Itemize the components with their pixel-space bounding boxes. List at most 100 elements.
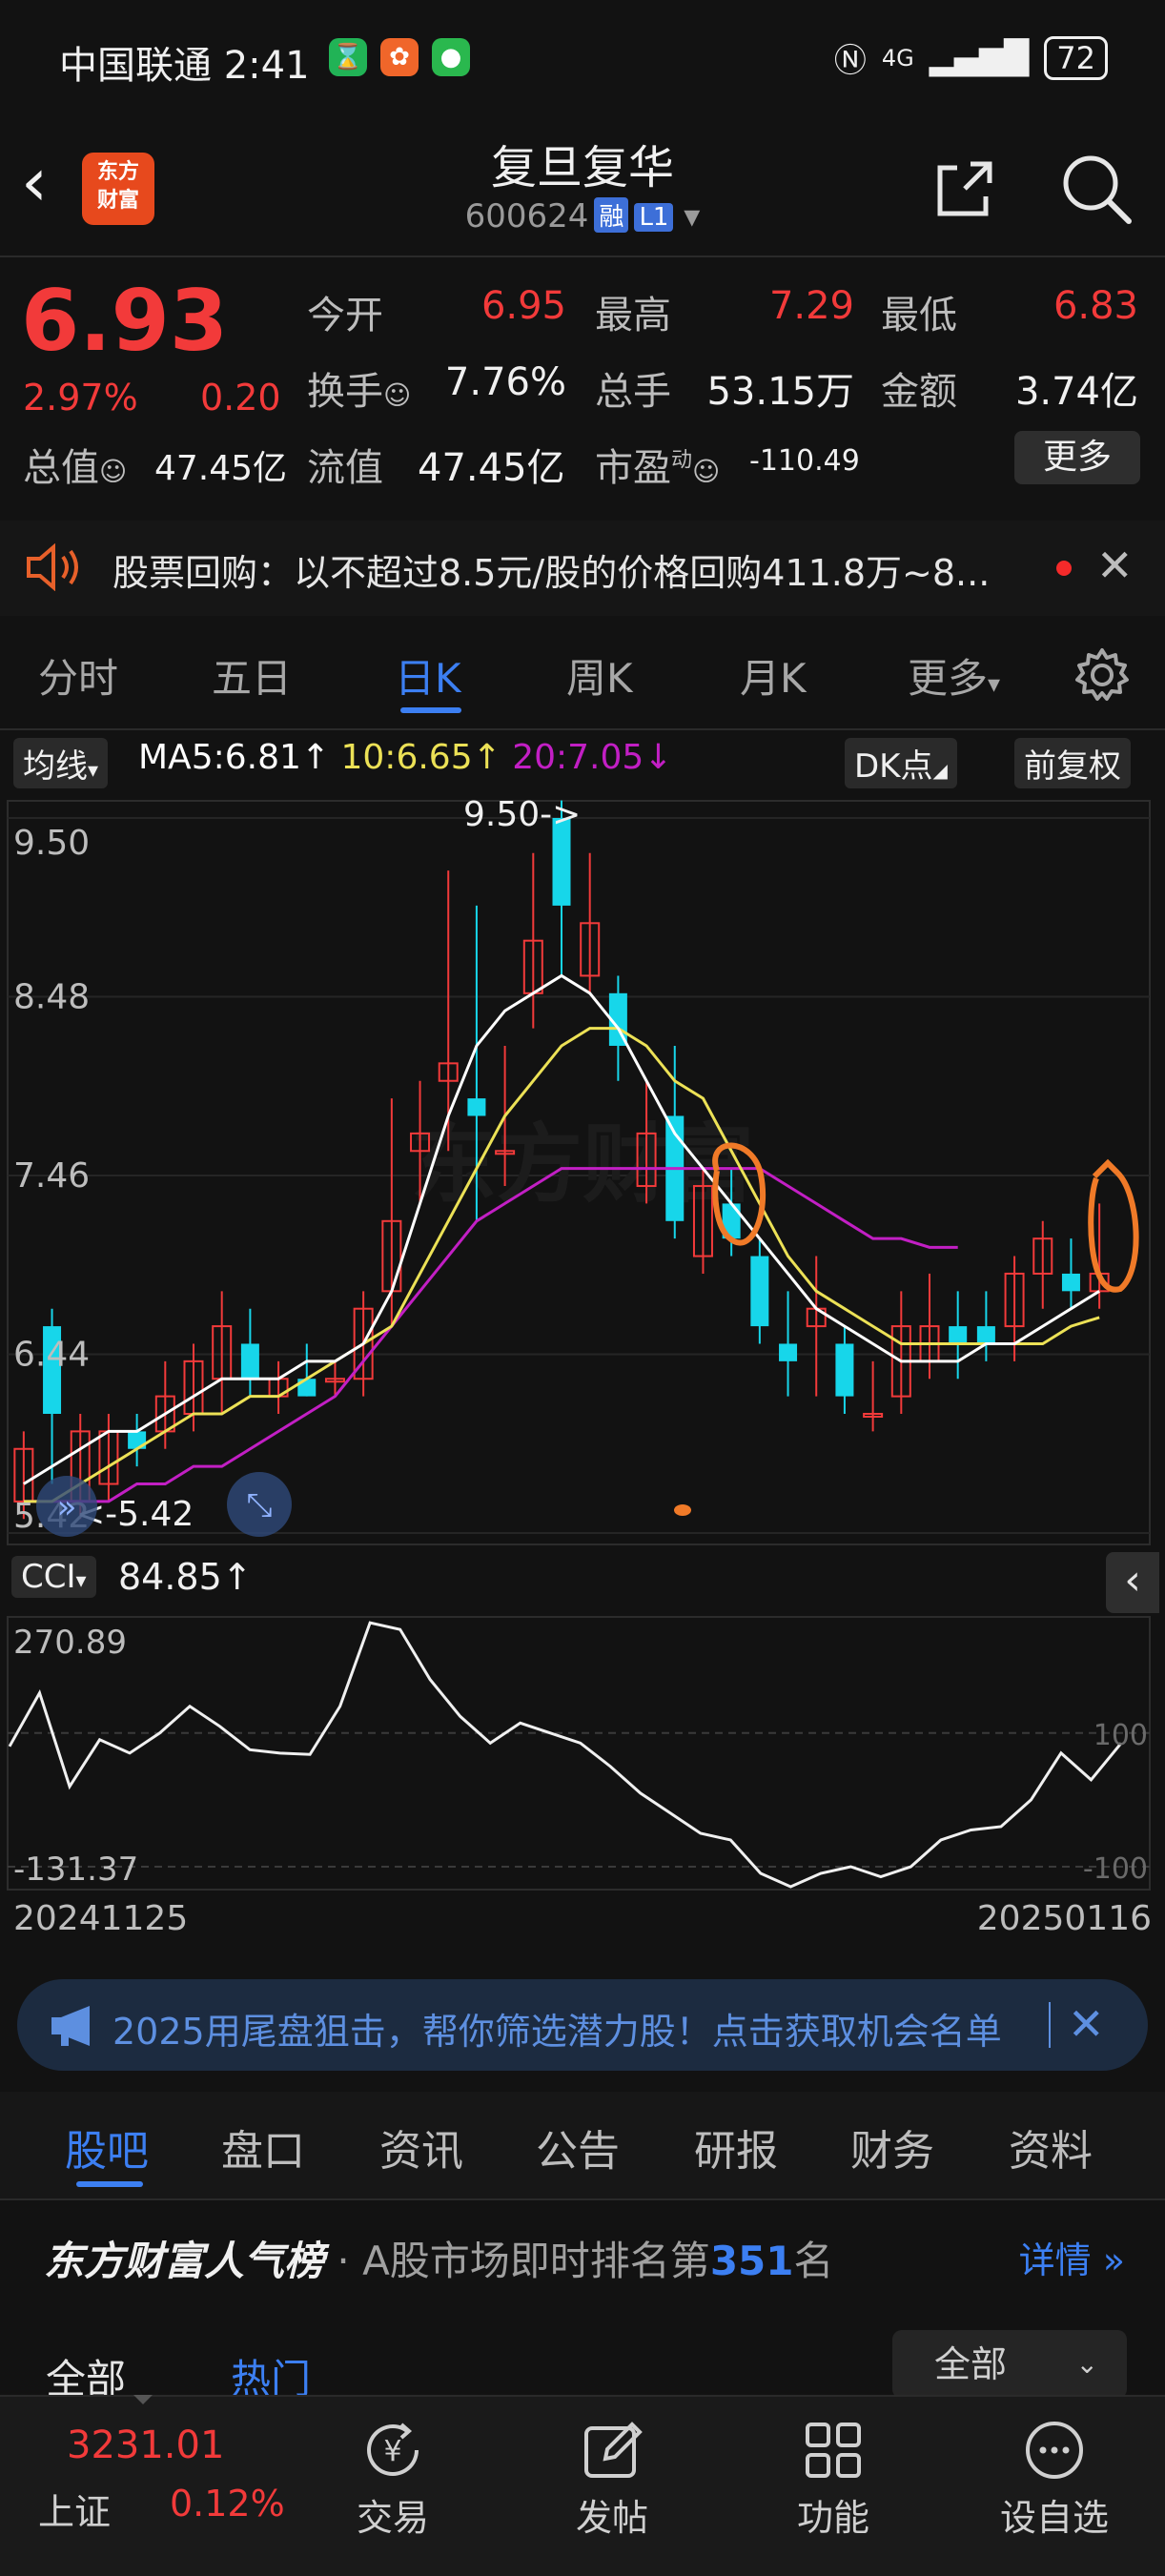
candle-body-down — [976, 1326, 995, 1344]
y-tick-label: 7.46 — [13, 1156, 90, 1196]
share-icon[interactable] — [932, 154, 999, 221]
unread-dot — [1056, 561, 1072, 576]
pe-label[interactable]: 市盈动☺ — [595, 437, 720, 492]
close-icon[interactable]: ✕ — [1096, 540, 1134, 591]
promo-close-icon[interactable]: ✕ — [1068, 1998, 1105, 2050]
subtab-underline — [76, 2181, 143, 2187]
stock-code: 600624 — [464, 197, 589, 235]
tab-five-day[interactable]: 五日 — [212, 646, 292, 705]
current-price: 6.93 — [21, 272, 229, 370]
nfc-icon: Ⓝ — [833, 42, 867, 80]
tab-monthly-k[interactable]: 月K — [740, 646, 807, 705]
candle-body-down — [779, 1343, 798, 1361]
tab-daily-k[interactable]: 日K — [395, 646, 461, 705]
promo-text[interactable]: 2025用尾盘狙击，帮你筛选潜力股！点击获取机会名单 — [112, 2002, 1047, 2055]
level-tag: L1 — [634, 203, 674, 232]
notice-text[interactable]: 股票回购：以不超过8.5元/股的价格回购411.8万~8... — [112, 543, 990, 596]
subtab-guba[interactable]: 股吧 — [65, 2116, 149, 2177]
collapse-panel-icon[interactable]: ‹ — [1106, 1552, 1159, 1613]
nav-add-watchlist[interactable]: 设自选 — [978, 2412, 1131, 2541]
rank-text: · A股市场即时排名第 — [337, 2238, 710, 2284]
tab-weekly-k[interactable]: 周K — [566, 646, 633, 705]
change-percent: 2.97% — [23, 377, 138, 419]
nav-post[interactable]: 发帖 — [536, 2412, 688, 2541]
nav-trade-label: 交易 — [356, 2497, 429, 2539]
y-tick-label: 6.44 — [13, 1336, 90, 1375]
more-quote-button[interactable]: 更多 — [1014, 431, 1140, 484]
high-value: 7.29 — [768, 284, 854, 328]
nav-post-label: 发帖 — [575, 2497, 648, 2539]
signal-icon: ▂▄▆█ — [929, 38, 1030, 77]
x-end-date: 20250116 — [976, 1899, 1152, 1938]
subtab-profile[interactable]: 资料 — [1009, 2116, 1093, 2177]
x-start-date: 20241125 — [13, 1899, 189, 1938]
speaker-icon — [27, 543, 78, 591]
cci-top-label: 270.89 — [13, 1624, 127, 1662]
nav-add-watchlist-label: 设自选 — [999, 2497, 1109, 2539]
index-pointer — [133, 2395, 153, 2404]
filter-select[interactable]: 全部 ⌄ — [892, 2330, 1127, 2399]
more-dots-icon — [1026, 2422, 1083, 2479]
rank-detail-link[interactable]: 详情 » — [1019, 2231, 1125, 2283]
y-tick-label: 9.50 — [13, 824, 90, 863]
app-notification-icon: ✿ — [380, 38, 419, 76]
candlestick-chart[interactable]: 东方财富9.508.487.466.445.429.50-><-5.42⤡» — [0, 793, 1165, 1556]
rank-brand: 东方财富人气榜 — [44, 2238, 325, 2284]
float-value: 47.45亿 — [418, 446, 565, 490]
rank-suffix: 名 — [793, 2238, 834, 2284]
annotation-dot — [674, 1504, 691, 1516]
index-percent[interactable]: 0.12% — [170, 2483, 285, 2525]
amount-label: 金额 — [881, 370, 957, 414]
candle-body-down — [835, 1343, 854, 1397]
pe-value: -110.49 — [749, 444, 860, 478]
mktcap-label[interactable]: 总值☺ — [23, 437, 127, 492]
gear-icon[interactable] — [1073, 646, 1131, 704]
compose-icon — [584, 2422, 643, 2478]
rank-number: 351 — [709, 2238, 794, 2284]
turnover-label[interactable]: 换手☺ — [307, 360, 411, 416]
candle-body-down — [467, 1098, 486, 1116]
ma20-line — [23, 1167, 958, 1503]
tab-intraday[interactable]: 分时 — [38, 646, 118, 705]
tab-more[interactable]: 更多▾ — [908, 646, 1000, 705]
megaphone-icon — [51, 2006, 90, 2046]
double-chevron-icon: » — [57, 1488, 77, 1526]
subtab-pankou[interactable]: 盘口 — [221, 2116, 305, 2177]
subtab-news[interactable]: 资讯 — [379, 2116, 463, 2177]
ma-selector[interactable]: 均线▾ — [13, 738, 109, 788]
candle-body-down — [750, 1256, 769, 1327]
subtab-announcements[interactable]: 公告 — [536, 2116, 620, 2177]
timer-icon: ⌛ — [329, 38, 367, 76]
open-label: 今开 — [307, 294, 383, 337]
subtab-research[interactable]: 研报 — [694, 2116, 778, 2177]
ma5-value: MA5:6.81↑ — [138, 738, 331, 777]
tab-underline — [400, 707, 461, 713]
dropdown-icon[interactable]: ▾ — [684, 197, 700, 235]
nav-functions[interactable]: 功能 — [757, 2412, 910, 2541]
candle-body-down — [949, 1326, 968, 1344]
adjust-button[interactable]: 前复权 — [1014, 738, 1131, 788]
cci-value: 84.85↑ — [118, 1556, 253, 1598]
nav-trade[interactable]: ¥ 交易 — [317, 2412, 469, 2541]
ma10-line — [23, 1027, 1100, 1503]
subtab-finance[interactable]: 财务 — [850, 2116, 934, 2177]
index-name[interactable]: 上证 — [38, 2483, 111, 2535]
cci-chart[interactable]: 270.89 -131.37 100 -100 — [0, 1615, 1165, 1891]
status-right: Ⓝ 4G ▂▄▆█ 72 — [834, 34, 1108, 81]
low-value: 6.83 — [1053, 284, 1138, 328]
trade-icon: ¥ — [367, 2423, 419, 2476]
amount-value: 3.74亿 — [1014, 370, 1138, 414]
cci-selector[interactable]: CCI▾ — [11, 1556, 96, 1598]
candle-body-down — [240, 1343, 259, 1380]
status-app-icons: ⌛ ✿ ● — [329, 38, 470, 76]
ma10-value: 10:6.65↑ — [340, 738, 501, 777]
turnover-value: 7.76% — [444, 360, 566, 404]
popularity-rank[interactable]: 东方财富人气榜 · A股市场即时排名第351名 — [44, 2229, 834, 2287]
index-value[interactable]: 3231.01 — [67, 2423, 224, 2467]
nav-functions-label: 功能 — [796, 2497, 869, 2539]
cci-bottom-label: -131.37 — [13, 1850, 138, 1889]
search-icon[interactable] — [1058, 151, 1134, 227]
change-amount: 0.20 — [200, 377, 281, 419]
dk-point-button[interactable]: DK点◢ — [845, 738, 957, 788]
annotation-circle-right — [1088, 1158, 1139, 1293]
